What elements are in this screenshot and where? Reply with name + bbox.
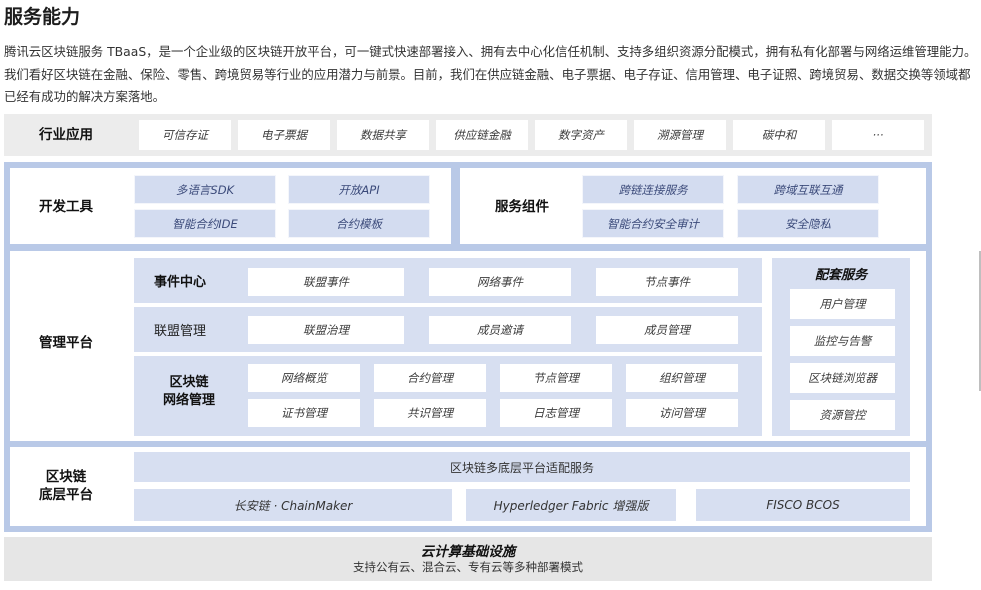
cloud-title: 云计算基础设施 [420,544,516,560]
industry-label: 行业应用 [39,126,93,143]
devtools-item: 智能合约IDE [134,209,276,238]
industry-item: 数字资产 [535,120,627,150]
network-label-line1: 区块链 [169,375,209,390]
event-item: 节点事件 [596,268,738,296]
base-platform-item: FISCO BCOS [696,489,910,521]
supporting-service-item: 资源管控 [790,400,895,430]
network-item: 节点管理 [500,364,612,392]
service-component-item: 跨链连接服务 [582,175,724,204]
industry-item: 供应链金融 [436,120,528,150]
base-platform-item: Hyperledger Fabric 增强版 [466,489,676,521]
supporting-service-item: 用户管理 [790,289,895,319]
service-components-label: 服务组件 [495,198,549,215]
service-component-item: 安全隐私 [737,209,879,238]
base-adapter-bar: 区块链多底层平台适配服务 [134,452,910,482]
industry-item-more: ··· [832,120,924,150]
service-component-item: 智能合约安全审计 [582,209,724,238]
network-item: 证书管理 [248,399,360,427]
service-component-item: 跨域互联互通 [737,175,879,204]
management-label: 管理平台 [39,334,93,351]
network-item: 共识管理 [374,399,486,427]
industry-item: 碳中和 [733,120,825,150]
industry-item: 溯源管理 [634,120,726,150]
supporting-services-label: 配套服务 [814,267,867,283]
alliance-item: 成员管理 [596,316,738,344]
industry-item: 数据共享 [337,120,429,150]
supporting-service-item: 区块链浏览器 [790,363,895,393]
network-item: 日志管理 [500,399,612,427]
network-item: 组织管理 [626,364,738,392]
base-platform-label-line1: 区块链 [45,469,87,485]
network-label: 区块链 网络管理 [154,374,224,410]
alliance-item: 成员邀请 [429,316,571,344]
base-platform-item: 长安链 · ChainMaker [134,489,452,521]
industry-item: 可信存证 [139,120,231,150]
devtools-item: 开放API [288,175,430,204]
page-title: 服务能力 [4,6,81,28]
devtools-item: 多语言SDK [134,175,276,204]
devtools-label: 开发工具 [39,198,93,215]
devtools-item: 合约模板 [288,209,430,238]
event-item: 联盟事件 [248,268,404,296]
base-platform-label: 区块链 底层平台 [14,466,118,506]
network-label-line2: 网络管理 [162,393,215,408]
network-item: 合约管理 [374,364,486,392]
event-center-label: 事件中心 [154,275,207,290]
industry-item: 电子票据 [238,120,330,150]
base-platform-label-line2: 底层平台 [39,487,93,503]
intro-paragraph: 腾讯云区块链服务 TBaaS，是一个企业级的区块链开放平台，可一键式快速部署接入… [4,44,977,104]
supporting-service-item: 监控与告警 [790,326,895,356]
alliance-label: 联盟管理 [154,324,207,339]
cloud-subtitle: 支持公有云、混合云、专有云等多种部署模式 [353,560,583,574]
alliance-item: 联盟治理 [248,316,404,344]
network-item: 访问管理 [626,399,738,427]
network-item: 网络概览 [248,364,360,392]
event-item: 网络事件 [429,268,571,296]
